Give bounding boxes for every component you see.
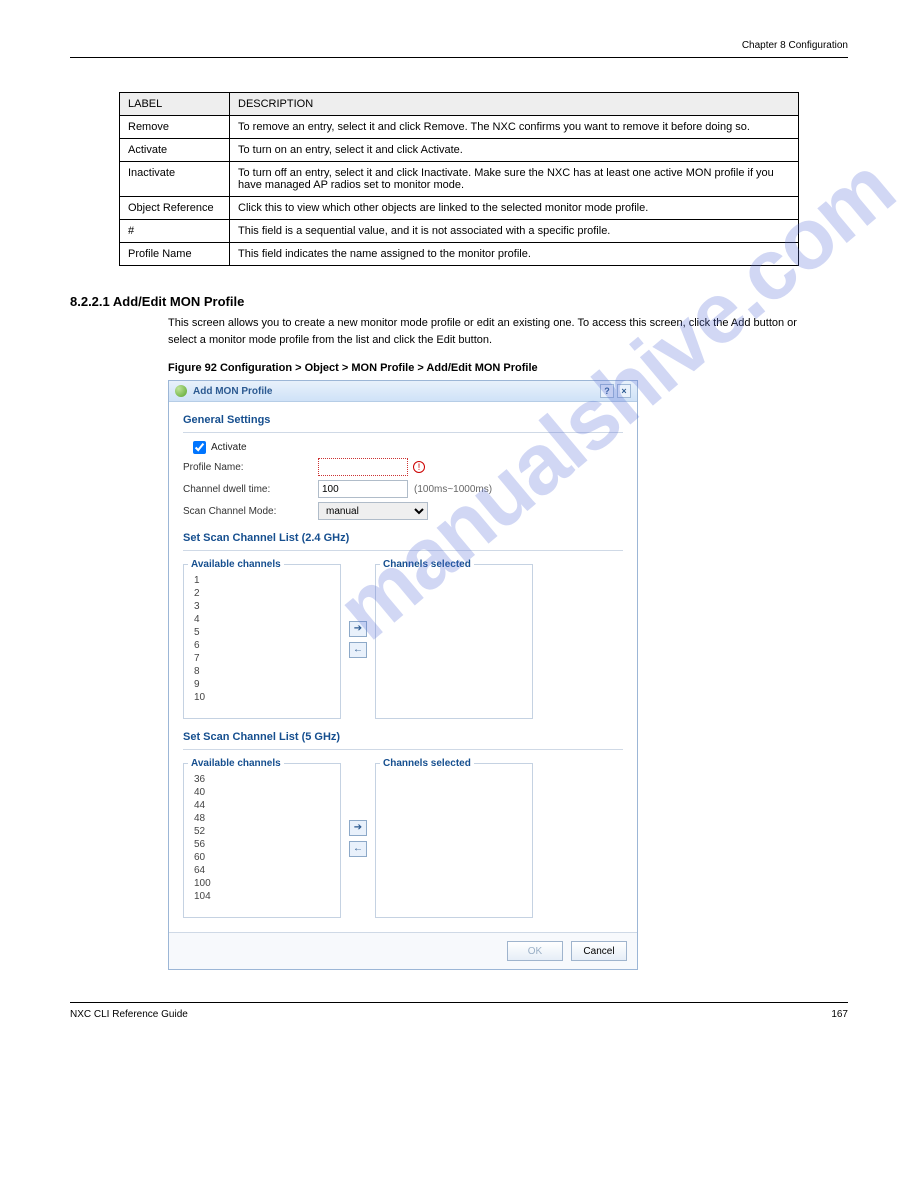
cell-label: #	[120, 220, 230, 243]
th-description: DESCRIPTION	[230, 93, 799, 116]
list-item[interactable]: 10	[188, 691, 336, 704]
list-item[interactable]: 40	[188, 786, 336, 799]
cancel-button[interactable]: Cancel	[571, 941, 627, 961]
dialog-icon	[175, 385, 187, 397]
list-item[interactable]: 52	[188, 825, 336, 838]
scan-mode-select[interactable]: manual	[318, 502, 428, 520]
general-settings-heading: General Settings	[183, 414, 623, 426]
dialog-titlebar: Add MON Profile ? ×	[169, 381, 637, 402]
scan-5-heading: Set Scan Channel List (5 GHz)	[183, 731, 623, 743]
available-channels-5: Available channels 36 40 44 48 52 56 60 …	[183, 758, 341, 918]
divider	[183, 432, 623, 433]
move-right-button[interactable]: ➔	[349, 820, 367, 836]
table-row: Inactivate To turn off an entry, select …	[120, 162, 799, 197]
figure-caption: Figure 92 Configuration > Object > MON P…	[168, 362, 848, 374]
selected-legend: Channels selected	[380, 559, 474, 570]
selected-channels-5: Channels selected	[375, 758, 533, 918]
list-item[interactable]: 48	[188, 812, 336, 825]
available-channels-24: Available channels 1 2 3 4 5 6 7 8 9 10	[183, 559, 341, 719]
footer-left: NXC CLI Reference Guide	[70, 1009, 188, 1020]
selected-list-24[interactable]	[380, 574, 528, 714]
cell-desc: To turn on an entry, select it and click…	[230, 139, 799, 162]
table-row: Remove To remove an entry, select it and…	[120, 116, 799, 139]
list-item[interactable]: 104	[188, 890, 336, 903]
list-item[interactable]: 8	[188, 665, 336, 678]
required-warning-icon: !	[413, 461, 425, 473]
table-row: Profile Name This field indicates the na…	[120, 243, 799, 266]
list-item[interactable]: 9	[188, 678, 336, 691]
list-item[interactable]: 100	[188, 877, 336, 890]
cell-desc: This field indicates the name assigned t…	[230, 243, 799, 266]
scan-mode-label: Scan Channel Mode:	[183, 506, 318, 517]
list-item[interactable]: 44	[188, 799, 336, 812]
dwell-time-label: Channel dwell time:	[183, 484, 318, 495]
activate-checkbox[interactable]	[193, 441, 206, 454]
activate-label: Activate	[211, 442, 247, 453]
close-button[interactable]: ×	[617, 384, 631, 398]
label-description-table: LABEL DESCRIPTION Remove To remove an en…	[119, 92, 799, 266]
cell-label: Activate	[120, 139, 230, 162]
cell-label: Inactivate	[120, 162, 230, 197]
move-left-button[interactable]: ←	[349, 841, 367, 857]
cell-desc: Click this to view which other objects a…	[230, 197, 799, 220]
available-list-5[interactable]: 36 40 44 48 52 56 60 64 100 104	[188, 773, 336, 913]
table-row: # This field is a sequential value, and …	[120, 220, 799, 243]
chapter-label: Chapter 8 Configuration	[70, 40, 848, 51]
section-paragraph: This screen allows you to create a new m…	[168, 315, 808, 348]
list-item[interactable]: 60	[188, 851, 336, 864]
selected-channels-24: Channels selected	[375, 559, 533, 719]
footer-page-number: 167	[831, 1009, 848, 1020]
cell-label: Object Reference	[120, 197, 230, 220]
profile-name-label: Profile Name:	[183, 462, 318, 473]
ok-button[interactable]: OK	[507, 941, 563, 961]
available-list-24[interactable]: 1 2 3 4 5 6 7 8 9 10	[188, 574, 336, 714]
list-item[interactable]: 6	[188, 639, 336, 652]
selected-legend: Channels selected	[380, 758, 474, 769]
list-item[interactable]: 3	[188, 600, 336, 613]
available-legend: Available channels	[188, 559, 284, 570]
dialog-title: Add MON Profile	[193, 386, 272, 397]
dialog-footer: OK Cancel	[169, 932, 637, 969]
available-legend: Available channels	[188, 758, 284, 769]
divider	[183, 550, 623, 551]
add-mon-profile-dialog: Add MON Profile ? × General Settings Act…	[168, 380, 638, 970]
header-divider	[70, 57, 848, 58]
section-heading: 8.2.2.1 Add/Edit MON Profile	[70, 294, 848, 309]
list-item[interactable]: 36	[188, 773, 336, 786]
cell-desc: This field is a sequential value, and it…	[230, 220, 799, 243]
list-item[interactable]: 7	[188, 652, 336, 665]
table-row: Activate To turn on an entry, select it …	[120, 139, 799, 162]
move-left-button[interactable]: ←	[349, 642, 367, 658]
cell-label: Remove	[120, 116, 230, 139]
list-item[interactable]: 5	[188, 626, 336, 639]
list-item[interactable]: 4	[188, 613, 336, 626]
profile-name-input[interactable]	[318, 458, 408, 476]
move-right-button[interactable]: ➔	[349, 621, 367, 637]
dwell-range-text: (100ms~1000ms)	[414, 484, 492, 495]
table-row: Object Reference Click this to view whic…	[120, 197, 799, 220]
dwell-time-input[interactable]	[318, 480, 408, 498]
selected-list-5[interactable]	[380, 773, 528, 913]
list-item[interactable]: 64	[188, 864, 336, 877]
th-label: LABEL	[120, 93, 230, 116]
divider	[183, 749, 623, 750]
list-item[interactable]: 56	[188, 838, 336, 851]
cell-desc: To remove an entry, select it and click …	[230, 116, 799, 139]
cell-label: Profile Name	[120, 243, 230, 266]
help-button[interactable]: ?	[600, 384, 614, 398]
list-item[interactable]: 2	[188, 587, 336, 600]
page-footer: NXC CLI Reference Guide 167	[70, 1002, 848, 1020]
cell-desc: To turn off an entry, select it and clic…	[230, 162, 799, 197]
list-item[interactable]: 1	[188, 574, 336, 587]
scan-24-heading: Set Scan Channel List (2.4 GHz)	[183, 532, 623, 544]
